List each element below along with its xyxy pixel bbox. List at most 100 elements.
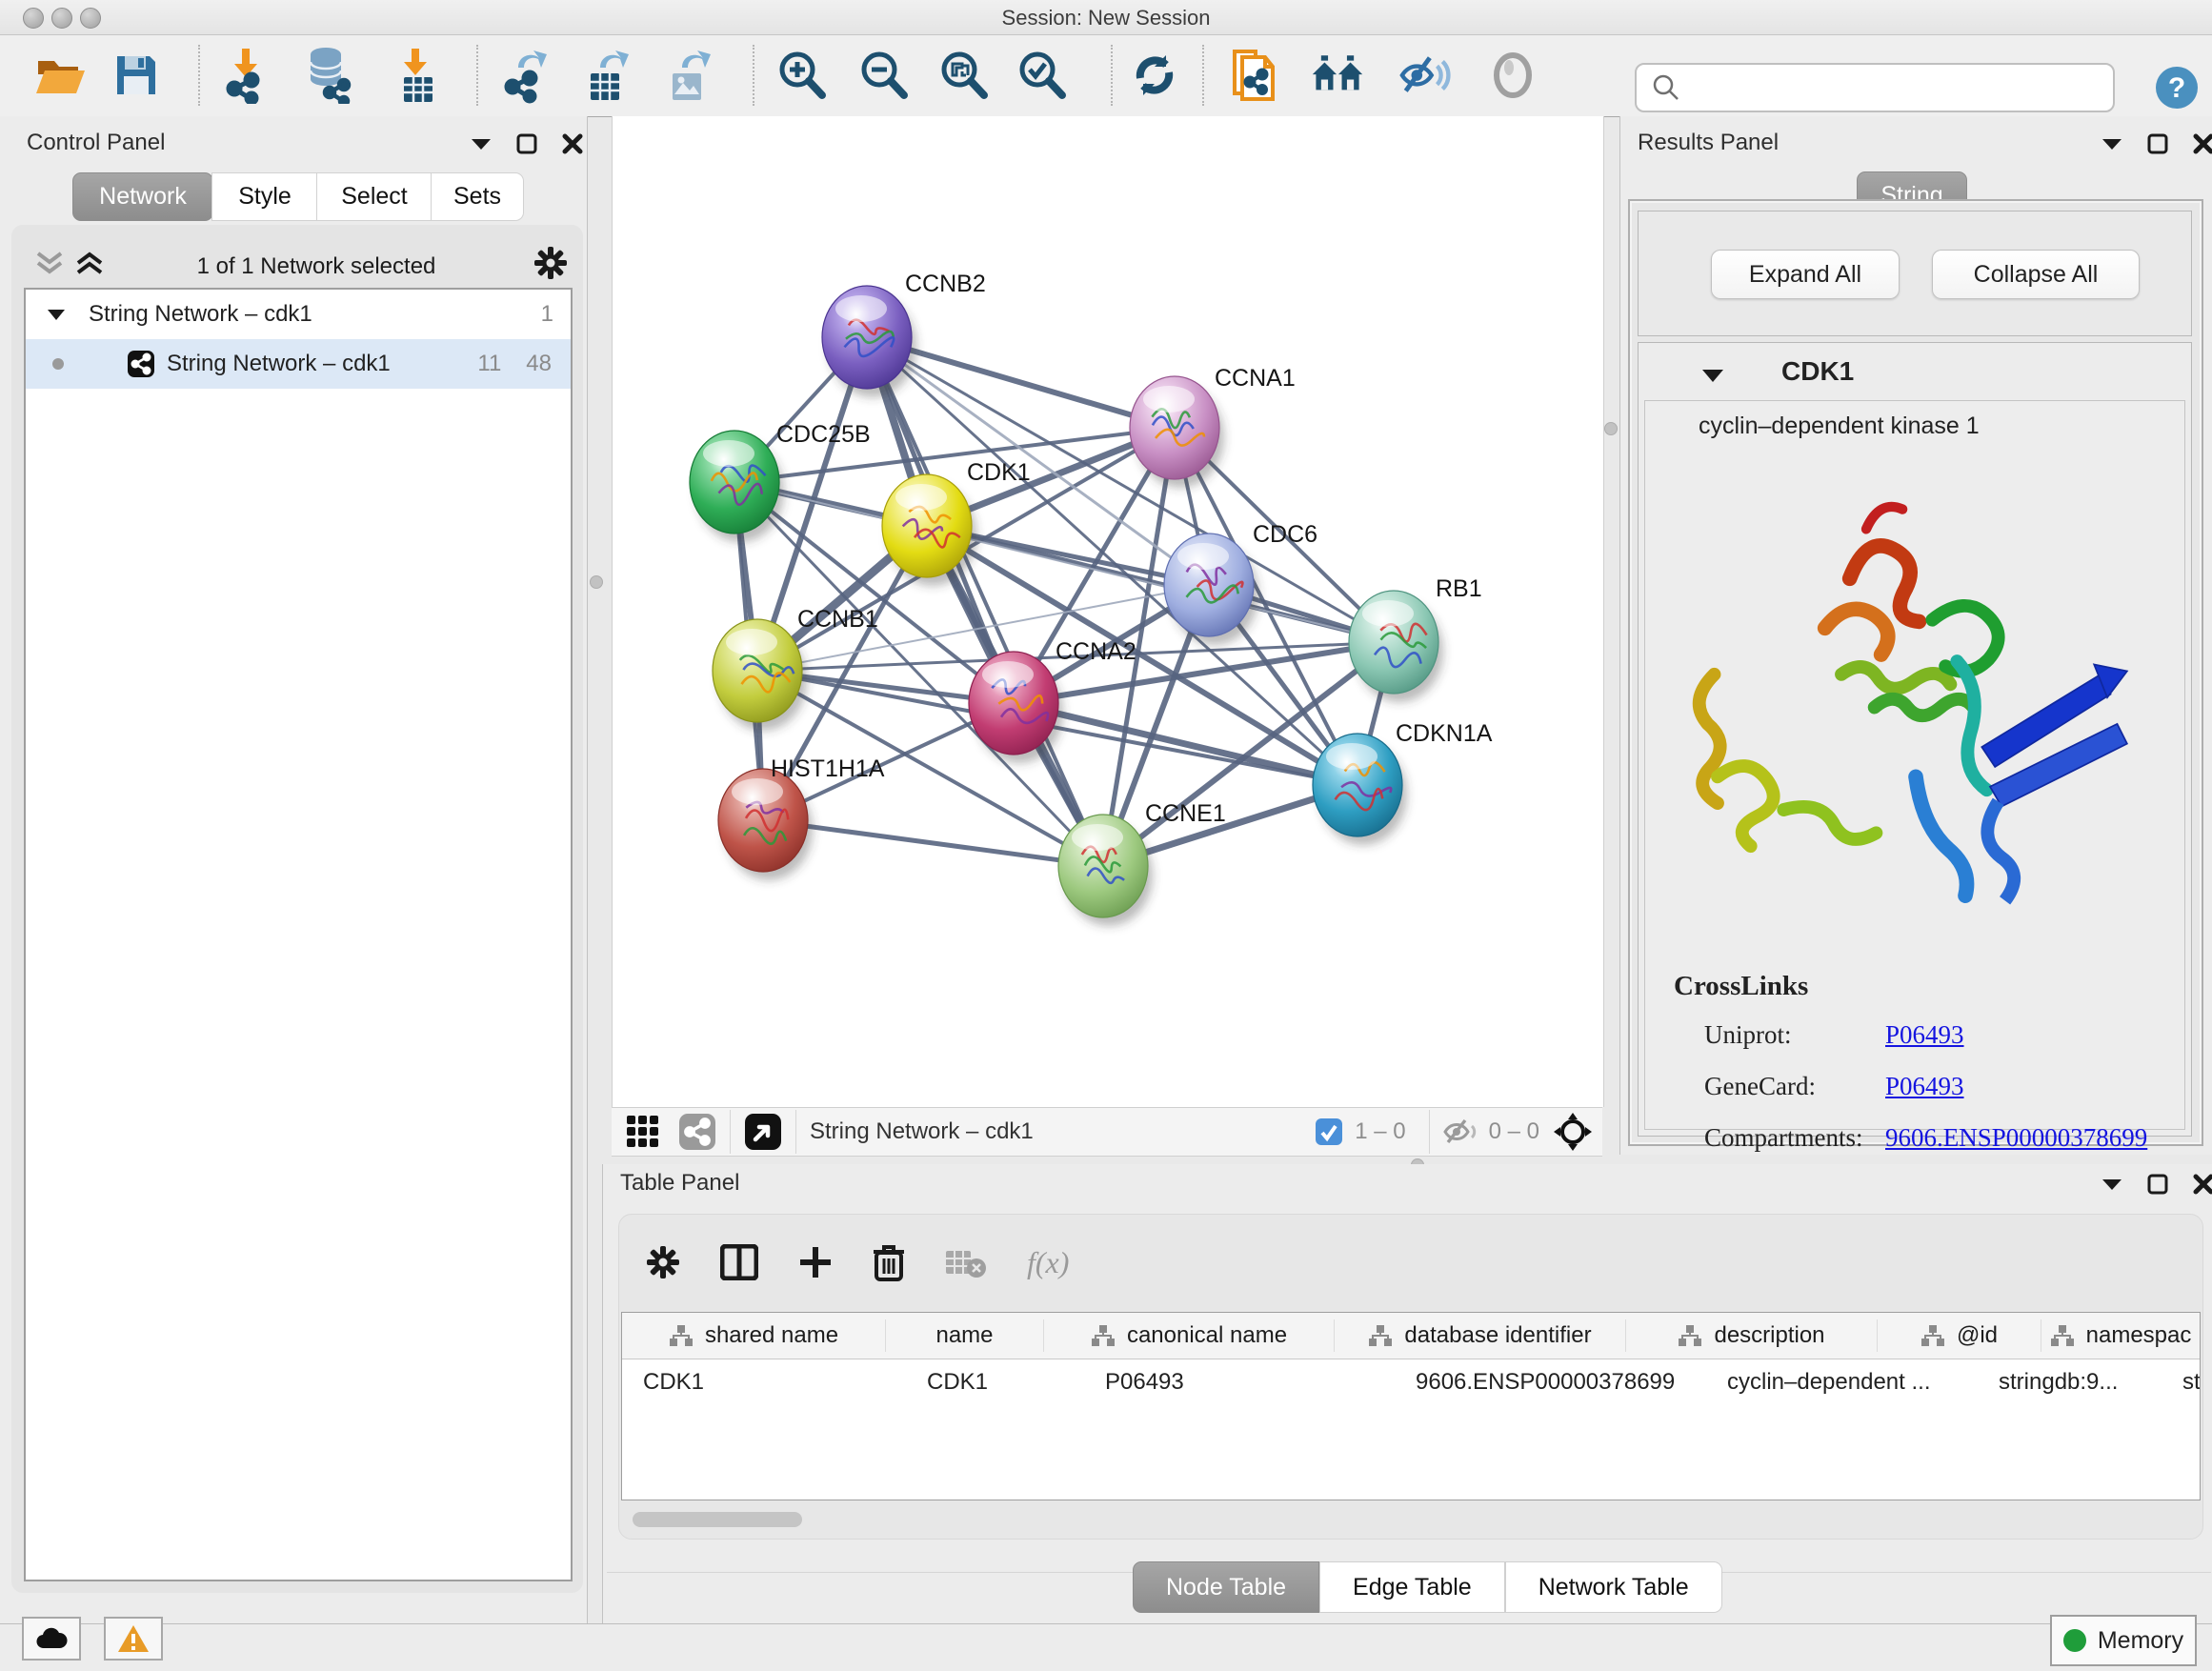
network-canvas[interactable]: CCNB2CCNA1CDC25BCDK1CDC6RB1CCNB1CCNA2CDK… (612, 116, 1604, 1107)
column-header[interactable]: shared name (622, 1319, 886, 1352)
export-image-button[interactable] (663, 47, 716, 104)
export-network-button[interactable] (501, 47, 554, 104)
save-session-button[interactable] (110, 47, 163, 104)
viewbar-separator (730, 1110, 731, 1154)
warnings-button[interactable] (104, 1617, 163, 1661)
open-session-button[interactable] (34, 47, 88, 104)
toolbar-separator (1111, 45, 1113, 106)
first-neighbors-button[interactable] (1229, 47, 1282, 104)
eye-slash-icon (1398, 51, 1452, 99)
memory-button[interactable]: Memory (2050, 1615, 2197, 1666)
table-gear-icon[interactable] (646, 1245, 680, 1279)
results-panel-title: Results Panel (1638, 130, 1779, 156)
tree-expander-icon[interactable] (47, 308, 66, 321)
help-button[interactable]: ? (2155, 66, 2199, 110)
expand-all-icon[interactable] (74, 250, 107, 276)
tab-style[interactable]: Style (211, 172, 318, 221)
panel-menu-icon[interactable] (471, 137, 492, 151)
network-panel-body: 1 of 1 Network selected String Network –… (11, 225, 583, 1593)
node-label-CDKN1A: CDKN1A (1396, 720, 1493, 747)
zoom-fit-button[interactable] (937, 47, 991, 104)
horizontal-scrollbar-thumb[interactable] (633, 1512, 802, 1527)
string-badge-icon[interactable] (678, 1113, 716, 1151)
add-icon[interactable] (798, 1245, 833, 1279)
panel-close-icon[interactable] (562, 133, 583, 154)
zoom-in-button[interactable] (775, 47, 829, 104)
show-columns-icon[interactable] (720, 1244, 758, 1280)
import-table-icon (392, 47, 442, 104)
node-label-CCNB1: CCNB1 (797, 606, 878, 633)
protein-structure-image (1668, 458, 2163, 963)
right-splitter-grip[interactable] (1604, 422, 1618, 435)
collapse-all-button[interactable]: Collapse All (1932, 250, 2140, 299)
import-table-file-button[interactable] (391, 47, 444, 104)
column-header[interactable]: canonical name (1044, 1319, 1335, 1352)
column-header[interactable]: description (1626, 1319, 1878, 1352)
zoom-out-button[interactable] (857, 47, 911, 104)
column-header[interactable]: database identifier (1335, 1319, 1626, 1352)
column-header[interactable]: namespac (2041, 1319, 2200, 1352)
table-row[interactable]: CDK1 CDK1 P06493 9606.ENSP00000378699 cy… (622, 1359, 2200, 1405)
column-header[interactable]: name (886, 1319, 1044, 1352)
panel-close-icon[interactable] (2193, 1174, 2212, 1195)
refresh-icon (1129, 50, 1180, 101)
node-label-HIST1H1A: HIST1H1A (771, 755, 885, 782)
collapse-all-icon[interactable] (34, 250, 67, 276)
left-splitter-grip[interactable] (590, 575, 603, 589)
gene-name: CDK1 (1781, 356, 1854, 387)
section-expander-icon[interactable] (1701, 368, 1724, 383)
refresh-button[interactable] (1128, 47, 1181, 104)
cell-name: CDK1 (906, 1369, 1084, 1396)
fit-content-crosshair-icon[interactable] (1553, 1112, 1593, 1152)
tab-sets[interactable]: Sets (431, 172, 524, 221)
grid-view-icon[interactable] (625, 1114, 661, 1150)
cell-canonical-name: P06493 (1084, 1369, 1395, 1396)
delete-icon[interactable] (873, 1243, 905, 1281)
import-network-file-button[interactable] (221, 47, 274, 104)
crosslink-label: GeneCard: (1704, 1060, 1885, 1112)
birds-eye-icon[interactable] (744, 1113, 782, 1151)
current-network-dot (52, 358, 64, 370)
zoom-selected-button[interactable] (1016, 47, 1069, 104)
network-collection-row[interactable]: String Network – cdk1 1 (26, 290, 571, 339)
cloud-button[interactable] (22, 1617, 81, 1661)
node-label-CDK1: CDK1 (967, 459, 1031, 486)
column-header[interactable]: @id (1878, 1319, 2041, 1352)
network-graph[interactable]: CCNB2CCNA1CDC25BCDK1CDC6RB1CCNB1CCNA2CDK… (613, 116, 1603, 1107)
table-panel-title: Table Panel (620, 1170, 739, 1197)
tab-network[interactable]: Network (72, 172, 213, 221)
tab-edge-table[interactable]: Edge Table (1319, 1561, 1505, 1613)
crosslink-value[interactable]: 9606.ENSP00000378699 (1885, 1112, 2147, 1163)
crosslink-value[interactable]: P06493 (1885, 1009, 1964, 1060)
first-neighbors-icon (1229, 46, 1282, 105)
panel-menu-icon[interactable] (2101, 137, 2122, 151)
search-text-field[interactable] (1680, 73, 2113, 102)
tab-node-table[interactable]: Node Table (1133, 1561, 1319, 1613)
selected-checkbox-icon[interactable] (1315, 1117, 1343, 1146)
crosslink-label: Compartments: (1704, 1112, 1885, 1163)
hide-selected-button[interactable] (1398, 47, 1452, 104)
panel-close-icon[interactable] (2193, 133, 2212, 154)
crosslink-value[interactable]: P06493 (1885, 1060, 1964, 1112)
tab-network-table[interactable]: Network Table (1505, 1561, 1722, 1613)
tab-select[interactable]: Select (316, 172, 432, 221)
import-network-database-button[interactable] (301, 47, 354, 104)
export-table-button[interactable] (581, 47, 634, 104)
panel-float-icon[interactable] (2147, 1174, 2168, 1195)
column-type-icon (2050, 1324, 2075, 1347)
panel-float-icon[interactable] (2147, 133, 2168, 154)
toolbar-separator (198, 45, 200, 106)
show-all-button[interactable] (1311, 47, 1364, 104)
crosslink-label: Uniprot: (1704, 1009, 1885, 1060)
column-label: database identifier (1404, 1322, 1591, 1349)
panel-float-icon[interactable] (516, 133, 537, 154)
search-input[interactable] (1635, 63, 2115, 112)
network-selection-status: 1 of 1 Network selected (126, 253, 507, 280)
gear-icon[interactable] (533, 246, 568, 280)
panel-menu-icon[interactable] (2101, 1178, 2122, 1191)
selected-counts: 1 – 0 (1355, 1118, 1405, 1145)
cloud-icon (35, 1627, 68, 1650)
expand-all-button[interactable]: Expand All (1711, 250, 1900, 299)
eye-button[interactable] (1486, 47, 1539, 104)
network-row-selected[interactable]: String Network – cdk1 11 48 (26, 339, 571, 389)
